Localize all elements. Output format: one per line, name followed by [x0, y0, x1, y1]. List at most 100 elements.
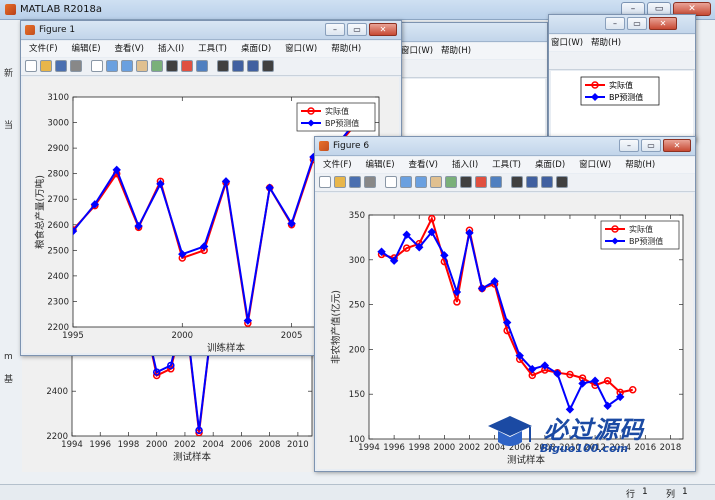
- back-minimize-button[interactable]: –: [605, 17, 625, 30]
- status-col-label: 列: [666, 490, 676, 500]
- brush-icon[interactable]: [475, 176, 487, 188]
- rotate-icon[interactable]: [445, 176, 457, 188]
- zoom-out-icon[interactable]: [415, 176, 427, 188]
- figure-6-title: Figure 6: [333, 141, 370, 151]
- legend-icon[interactable]: [526, 176, 538, 188]
- y-tick-label: 300: [349, 256, 365, 266]
- menu-item-6[interactable]: 窗口(W): [285, 41, 317, 57]
- rotate-icon[interactable]: [151, 60, 163, 72]
- colorbar-icon[interactable]: [217, 60, 229, 72]
- menu-help-back-b[interactable]: 帮助(H): [591, 35, 621, 51]
- figure-6-title-bar[interactable]: Figure 6 – ▭ ✕: [315, 137, 695, 156]
- back-maximize-button[interactable]: ▭: [627, 17, 647, 30]
- link-icon[interactable]: [490, 176, 502, 188]
- colorbar-icon[interactable]: [511, 176, 523, 188]
- menu-item-3[interactable]: 插入(I): [158, 41, 184, 57]
- y-tick-label: 2400: [47, 272, 69, 282]
- new-file-icon[interactable]: [319, 176, 331, 188]
- pan-icon[interactable]: [136, 60, 148, 72]
- menu-item-1[interactable]: 编辑(E): [366, 157, 395, 173]
- back-legend-actual: 实际值: [609, 80, 633, 90]
- figure-6-maximize-button[interactable]: ▭: [641, 139, 661, 152]
- back-figure-title-b[interactable]: – ▭ ✕: [549, 15, 695, 34]
- zoom-in-icon[interactable]: [400, 176, 412, 188]
- y-tick-label: 2400: [46, 387, 68, 397]
- side-char-new: 新: [4, 69, 14, 79]
- menu-window-back-b[interactable]: 窗口(W): [551, 35, 583, 51]
- menu-item-7[interactable]: 帮助(H): [625, 157, 655, 173]
- figure-6-minimize-button[interactable]: –: [619, 139, 639, 152]
- menu-item-2[interactable]: 查看(V): [115, 41, 144, 57]
- new-file-icon[interactable]: [25, 60, 37, 72]
- menu-help-back-a[interactable]: 帮助(H): [441, 43, 471, 59]
- print-icon[interactable]: [70, 60, 82, 72]
- x-tick-label: 2000: [171, 331, 193, 341]
- open-file-icon[interactable]: [40, 60, 52, 72]
- y-axis-label: 非农物产值(亿元): [330, 290, 342, 364]
- figure-1-title-bar[interactable]: Figure 1 – ▭ ✕: [21, 21, 401, 40]
- zoom-out-icon[interactable]: [121, 60, 133, 72]
- menu-item-7[interactable]: 帮助(H): [331, 41, 361, 57]
- hide-tools-icon[interactable]: [541, 176, 553, 188]
- side-char-m: m: [4, 352, 13, 362]
- data-cursor-icon[interactable]: [166, 60, 178, 72]
- pointer-icon[interactable]: [385, 176, 397, 188]
- figure-1-title: Figure 1: [39, 25, 76, 35]
- dock-icon[interactable]: [262, 60, 274, 72]
- status-bar: 行 1 列 1: [0, 484, 715, 500]
- x-axis-label: 训练样本: [207, 342, 246, 353]
- save-icon[interactable]: [349, 176, 361, 188]
- hide-tools-icon[interactable]: [247, 60, 259, 72]
- menu-item-4[interactable]: 工具(T): [492, 157, 521, 173]
- menu-item-0[interactable]: 文件(F): [323, 157, 352, 173]
- menu-window-back-a[interactable]: 窗口(W): [401, 43, 433, 59]
- back-figure-window-b[interactable]: – ▭ ✕ 窗口(W) 帮助(H) 实际值 BP预测值: [548, 14, 696, 142]
- menu-item-2[interactable]: 查看(V): [409, 157, 438, 173]
- dock-icon[interactable]: [556, 176, 568, 188]
- x-tick-label: 2008: [259, 440, 281, 450]
- menu-item-1[interactable]: 编辑(E): [72, 41, 101, 57]
- menu-item-3[interactable]: 插入(I): [452, 157, 478, 173]
- zoom-in-icon[interactable]: [106, 60, 118, 72]
- x-tick-label: 2000: [146, 440, 168, 450]
- y-tick-label: 250: [349, 301, 365, 311]
- link-icon[interactable]: [196, 60, 208, 72]
- back-test-chart: 1994 1996 1998 2000 2002 2004 2006 2008 20102200…: [46, 323, 313, 463]
- menu-item-5[interactable]: 桌面(D): [535, 157, 565, 173]
- menu-item-5[interactable]: 桌面(D): [241, 41, 271, 57]
- back-figure-window-a[interactable]: 窗口(W) 帮助(H): [398, 22, 548, 142]
- legend-label: 实际值: [629, 224, 653, 234]
- x-tick-label: 1996: [89, 440, 111, 450]
- matlab-logo-icon: [5, 4, 16, 15]
- y-tick-label: 2500: [47, 246, 69, 256]
- figure-1-menu-bar: 文件(F) 编辑(E) 查看(V) 插入(I) 工具(T) 桌面(D) 窗口(W) 帮助(H): [21, 41, 401, 57]
- y-tick-label: 2700: [47, 195, 69, 205]
- figure-1-maximize-button[interactable]: ▭: [347, 23, 367, 36]
- legend-icon[interactable]: [232, 60, 244, 72]
- back-figure-title-a[interactable]: [399, 23, 547, 42]
- pan-icon[interactable]: [430, 176, 442, 188]
- figure-1-minimize-button[interactable]: –: [325, 23, 345, 36]
- status-col-value: 1: [682, 487, 688, 497]
- brush-icon[interactable]: [181, 60, 193, 72]
- menu-item-0[interactable]: 文件(F): [29, 41, 58, 57]
- figure-icon: [319, 141, 329, 151]
- y-tick-label: 100: [349, 435, 365, 445]
- open-file-icon[interactable]: [334, 176, 346, 188]
- pointer-icon[interactable]: [91, 60, 103, 72]
- print-icon[interactable]: [364, 176, 376, 188]
- figure-6-toolbar: [315, 174, 695, 192]
- figure-1-close-button[interactable]: ✕: [369, 23, 397, 36]
- x-tick-label: 2002: [174, 440, 196, 450]
- y-tick-label: 2200: [47, 323, 69, 333]
- legend-label: BP预测值: [325, 118, 359, 128]
- menu-item-6[interactable]: 窗口(W): [579, 157, 611, 173]
- menu-item-4[interactable]: 工具(T): [198, 41, 227, 57]
- y-tick-label: 2800: [47, 170, 69, 180]
- save-icon[interactable]: [55, 60, 67, 72]
- matlab-title: MATLAB R2018a: [20, 4, 103, 15]
- figure-6-close-button[interactable]: ✕: [663, 139, 691, 152]
- data-cursor-icon[interactable]: [460, 176, 472, 188]
- back-close-button[interactable]: ✕: [649, 17, 677, 30]
- x-tick-label: 2002: [459, 443, 481, 453]
